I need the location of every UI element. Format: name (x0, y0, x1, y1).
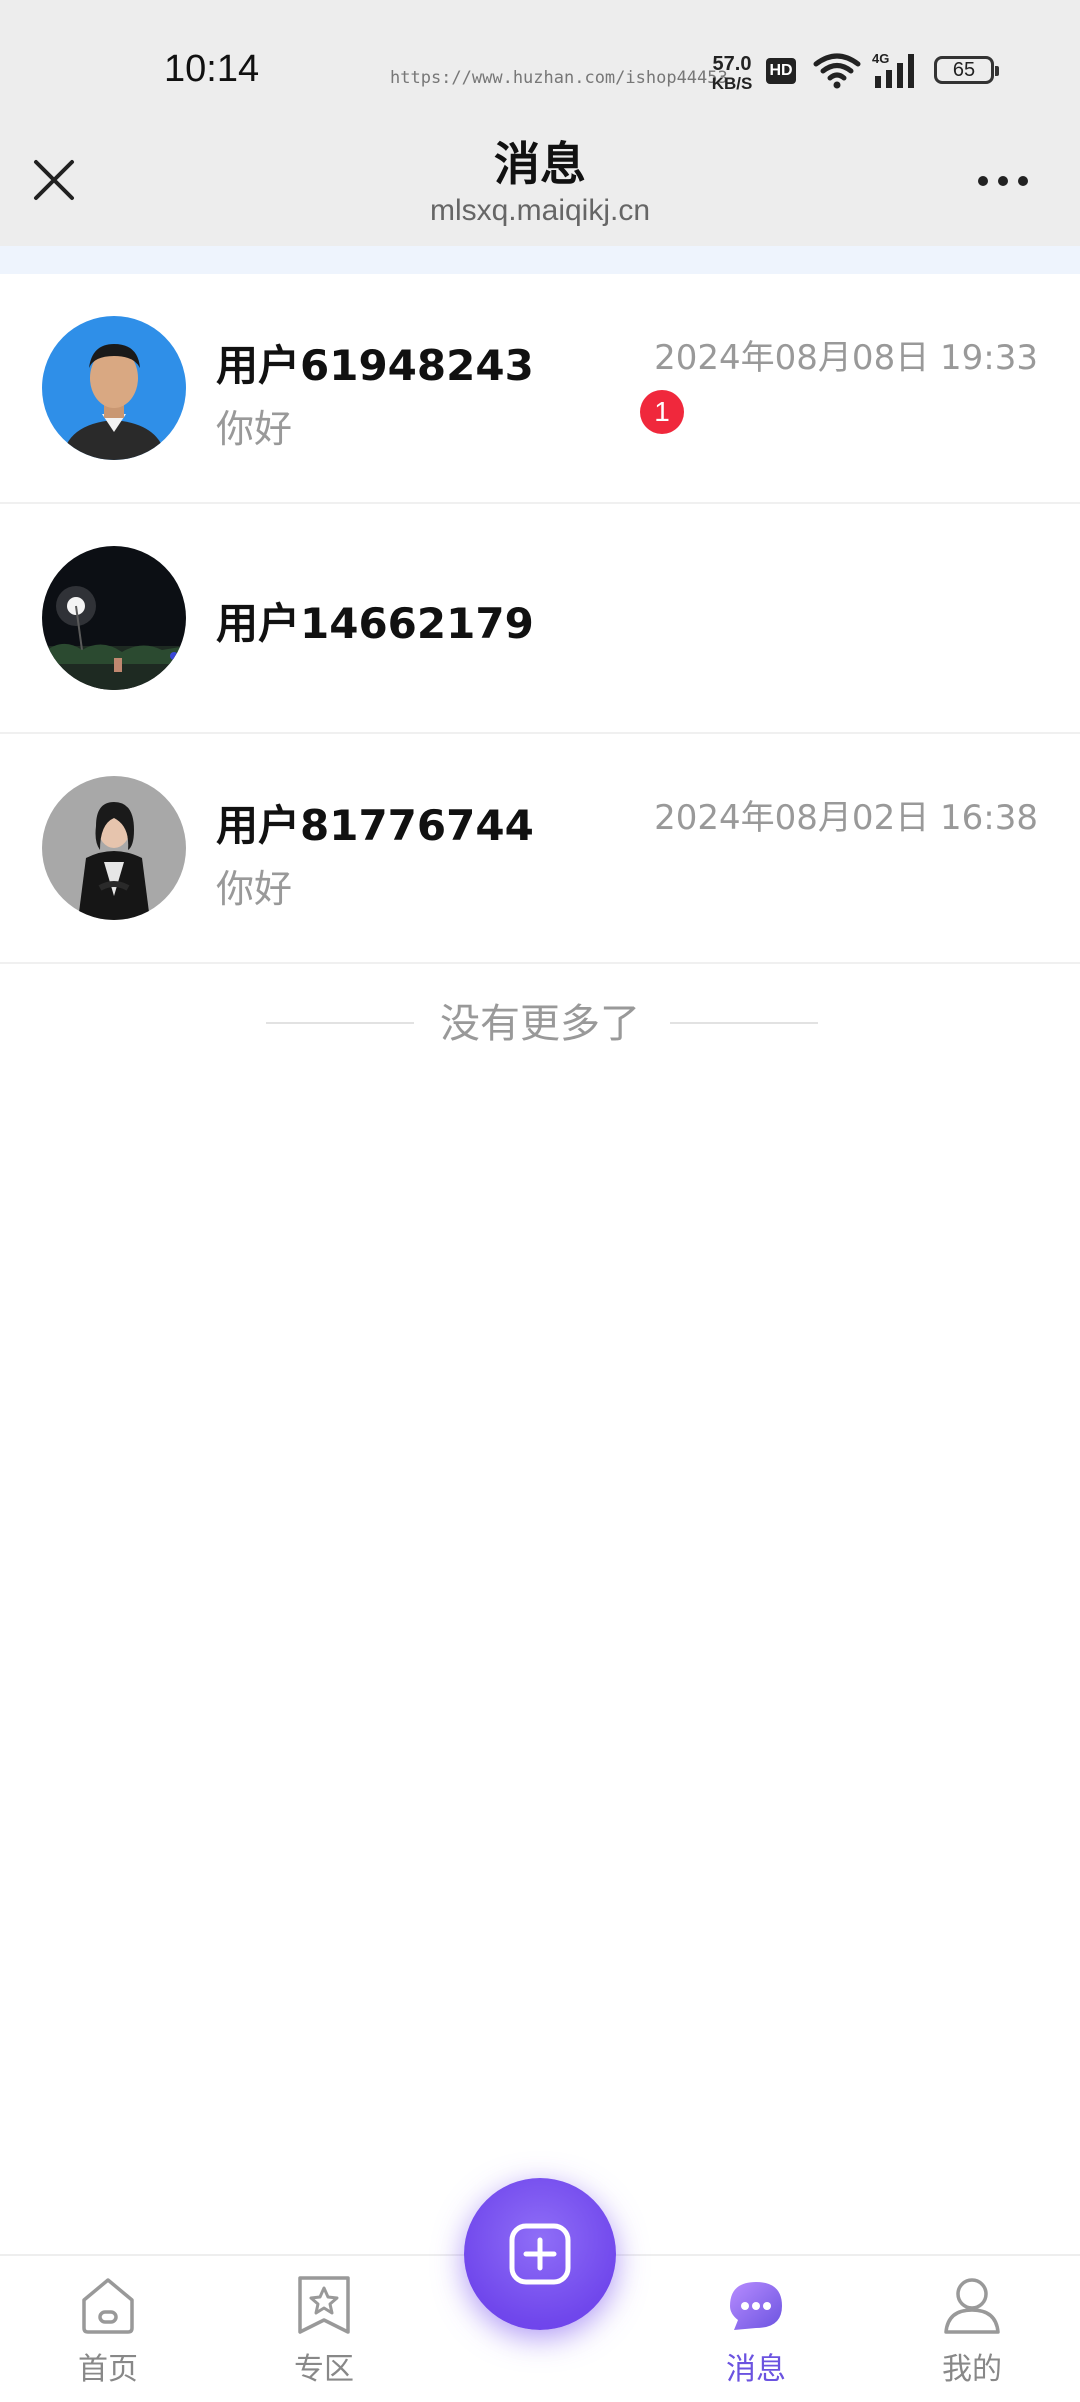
hd-badge: HD (766, 58, 796, 84)
list-end-indicator: 没有更多了 (0, 994, 1080, 1054)
network-speed: 57.0 KB/S (708, 54, 756, 94)
tab-home[interactable]: 首页 (0, 2256, 216, 2402)
chat-icon (730, 2282, 782, 2330)
network-speed-unit: KB/S (711, 74, 753, 93)
tab-label: 消息 (726, 2352, 786, 2387)
top-bar: 10:14 https://www.huzhan.com/ishop44453 … (0, 0, 1080, 246)
cellular-signal-icon: 4G (872, 51, 914, 88)
avatar (42, 316, 186, 460)
header-divider (0, 246, 1080, 274)
message-item[interactable]: 用户81776744 2024年08月02日 16:38 你好 (0, 734, 1080, 964)
wifi-icon (813, 53, 861, 89)
contact-name: 用户81776744 (216, 801, 534, 850)
battery-indicator: 65 (934, 56, 999, 84)
page-title: 消息 (494, 137, 586, 191)
divider-line (670, 1022, 818, 1024)
message-time: 2024年08月02日 16:38 (654, 798, 1038, 838)
user-icon (944, 2278, 1000, 2334)
add-icon (509, 2223, 571, 2285)
home-icon (82, 2278, 134, 2334)
add-button[interactable] (464, 2178, 616, 2330)
divider-line (266, 1022, 414, 1024)
status-time: 10:14 (164, 48, 260, 90)
star-icon (298, 2276, 350, 2334)
contact-name: 用户61948243 (216, 341, 534, 390)
url-watermark: https://www.huzhan.com/ishop44453 (390, 68, 728, 88)
tab-label: 我的 (942, 2352, 1002, 2387)
tab-zone[interactable]: 专区 (216, 2256, 432, 2402)
message-item[interactable]: 用户61948243 2024年08月08日 19:33 你好 1 (0, 274, 1080, 504)
list-end-text: 没有更多了 (440, 1001, 640, 1047)
avatar (42, 776, 186, 920)
network-speed-value: 57.0 (712, 53, 752, 75)
tab-label: 专区 (294, 2352, 354, 2387)
message-preview: 你好 (216, 407, 293, 451)
more-dots-icon[interactable] (976, 164, 1032, 194)
page-domain: mlsxq.maiqikj.cn (429, 194, 651, 227)
network-type: 4G (872, 51, 889, 66)
tab-label: 首页 (78, 2352, 138, 2387)
unread-badge: 1 (640, 390, 684, 434)
message-item[interactable]: 用户14662179 (0, 504, 1080, 734)
message-list: 用户61948243 2024年08月08日 19:33 你好 1 用户1466… (0, 274, 1080, 964)
message-preview: 你好 (216, 867, 293, 911)
avatar (42, 546, 186, 690)
tab-messages[interactable]: 消息 (648, 2256, 864, 2402)
contact-name: 用户14662179 (216, 599, 534, 648)
message-time: 2024年08月08日 19:33 (654, 338, 1038, 378)
tab-profile[interactable]: 我的 (864, 2256, 1080, 2402)
